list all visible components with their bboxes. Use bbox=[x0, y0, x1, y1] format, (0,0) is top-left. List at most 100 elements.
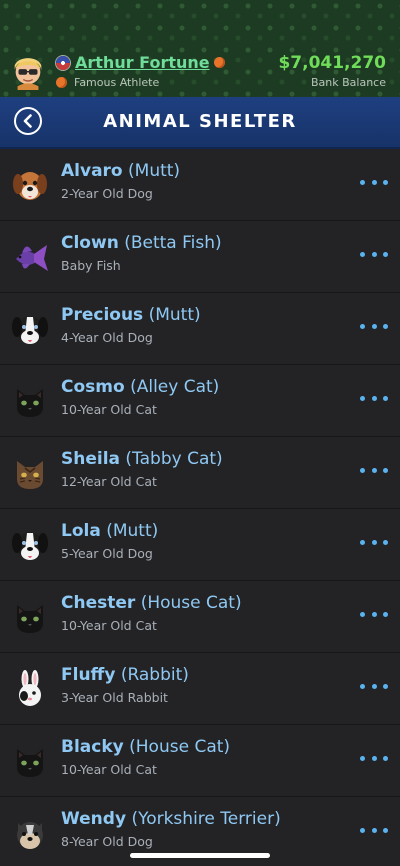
animal-age: 8-Year Old Dog bbox=[61, 834, 153, 849]
animal-name: Blacky bbox=[61, 737, 124, 757]
animal-row[interactable]: Fluffy (Rabbit) 3-Year Old Rabbit bbox=[0, 653, 400, 725]
more-options-button[interactable] bbox=[360, 537, 388, 547]
animal-breed: (Rabbit) bbox=[120, 665, 189, 685]
player-title-row: Famous Athlete bbox=[56, 76, 159, 89]
dog-icon bbox=[10, 525, 50, 565]
animal-name: Precious bbox=[61, 305, 144, 325]
more-dot-icon bbox=[383, 467, 388, 473]
animal-breed: (Mutt) bbox=[148, 305, 201, 325]
more-options-button[interactable] bbox=[360, 321, 388, 331]
more-dot-icon bbox=[360, 827, 365, 833]
player-name-row: Arthur Fortune bbox=[56, 53, 225, 72]
dog-icon bbox=[10, 309, 50, 349]
animal-name-line: Clown (Betta Fish) bbox=[61, 233, 222, 253]
animal-age: 5-Year Old Dog bbox=[61, 546, 153, 561]
animal-breed: (Mutt) bbox=[128, 161, 181, 181]
animal-name-line: Cosmo (Alley Cat) bbox=[61, 377, 219, 397]
avatar[interactable] bbox=[9, 52, 47, 90]
home-indicator[interactable] bbox=[130, 853, 270, 858]
rabbit-icon bbox=[10, 669, 50, 709]
animal-age: 2-Year Old Dog bbox=[61, 186, 153, 201]
animal-name: Cosmo bbox=[61, 377, 125, 397]
animal-age: 12-Year Old Cat bbox=[61, 474, 157, 489]
animal-breed: (House Cat) bbox=[129, 737, 231, 757]
animal-age: 10-Year Old Cat bbox=[61, 618, 157, 633]
more-dot-icon bbox=[383, 323, 388, 329]
dog-icon bbox=[10, 165, 50, 205]
animal-name-line: Precious (Mutt) bbox=[61, 305, 201, 325]
more-dot-icon bbox=[371, 251, 377, 257]
more-dot-icon bbox=[360, 395, 365, 401]
animal-row[interactable]: Sheila (Tabby Cat) 12-Year Old Cat bbox=[0, 437, 400, 509]
animal-breed: (Betta Fish) bbox=[124, 233, 222, 253]
animal-row[interactable]: Precious (Mutt) 4-Year Old Dog bbox=[0, 293, 400, 365]
animal-age: 3-Year Old Rabbit bbox=[61, 690, 168, 705]
animal-row[interactable]: Alvaro (Mutt) 2-Year Old Dog bbox=[0, 149, 400, 221]
animal-name: Lola bbox=[61, 521, 101, 541]
page-title: ANIMAL SHELTER bbox=[103, 111, 297, 132]
more-dot-icon bbox=[360, 467, 365, 473]
animal-breed: (Mutt) bbox=[106, 521, 159, 541]
page-header: ANIMAL SHELTER bbox=[0, 97, 400, 149]
player-name-link[interactable]: Arthur Fortune bbox=[75, 53, 210, 72]
more-options-button[interactable] bbox=[360, 177, 388, 187]
more-dot-icon bbox=[360, 539, 365, 545]
animal-age: 10-Year Old Cat bbox=[61, 762, 157, 777]
animal-name: Clown bbox=[61, 233, 119, 253]
more-dot-icon bbox=[371, 611, 377, 617]
more-dot-icon bbox=[371, 467, 377, 473]
animal-row[interactable]: Chester (House Cat) 10-Year Old Cat bbox=[0, 581, 400, 653]
animal-name-line: Fluffy (Rabbit) bbox=[61, 665, 189, 685]
animal-breed: (House Cat) bbox=[140, 593, 242, 613]
more-options-button[interactable] bbox=[360, 465, 388, 475]
animal-age: 4-Year Old Dog bbox=[61, 330, 153, 345]
more-dot-icon bbox=[371, 827, 377, 833]
more-dot-icon bbox=[383, 827, 388, 833]
more-dot-icon bbox=[371, 323, 377, 329]
animal-row[interactable]: Cosmo (Alley Cat) 10-Year Old Cat bbox=[0, 365, 400, 437]
animal-row[interactable]: Blacky (House Cat) 10-Year Old Cat bbox=[0, 725, 400, 797]
more-options-button[interactable] bbox=[360, 681, 388, 691]
more-dot-icon bbox=[360, 611, 365, 617]
more-options-button[interactable] bbox=[360, 753, 388, 763]
more-dot-icon bbox=[371, 683, 377, 689]
app-screen: Arthur Fortune Famous Athlete $7,041,270… bbox=[0, 0, 400, 866]
more-dot-icon bbox=[383, 755, 388, 761]
more-dot-icon bbox=[360, 683, 365, 689]
basketball-icon bbox=[56, 77, 67, 88]
cat-icon bbox=[10, 741, 50, 781]
more-dot-icon bbox=[383, 395, 388, 401]
animal-name: Sheila bbox=[61, 449, 121, 469]
animal-name: Chester bbox=[61, 593, 136, 613]
more-dot-icon bbox=[371, 539, 377, 545]
more-options-button[interactable] bbox=[360, 393, 388, 403]
animal-name-line: Chester (House Cat) bbox=[61, 593, 242, 613]
cat-icon bbox=[10, 597, 50, 637]
more-dot-icon bbox=[371, 395, 377, 401]
animal-row[interactable]: Clown (Betta Fish) Baby Fish bbox=[0, 221, 400, 293]
animal-name-line: Alvaro (Mutt) bbox=[61, 161, 180, 181]
more-dot-icon bbox=[360, 179, 365, 185]
animal-breed: (Yorkshire Terrier) bbox=[131, 809, 281, 829]
more-options-button[interactable] bbox=[360, 249, 388, 259]
more-dot-icon bbox=[371, 755, 377, 761]
more-options-button[interactable] bbox=[360, 609, 388, 619]
animal-name: Alvaro bbox=[61, 161, 123, 181]
basketball-icon bbox=[213, 57, 225, 68]
more-dot-icon bbox=[383, 683, 388, 689]
more-dot-icon bbox=[371, 179, 377, 185]
animal-row[interactable]: Lola (Mutt) 5-Year Old Dog bbox=[0, 509, 400, 581]
more-dot-icon bbox=[360, 323, 365, 329]
bank-balance-value: $7,041,270 bbox=[278, 53, 386, 73]
animal-name: Fluffy bbox=[61, 665, 116, 685]
profile-bar: Arthur Fortune Famous Athlete $7,041,270… bbox=[0, 0, 400, 97]
animal-name-line: Lola (Mutt) bbox=[61, 521, 158, 541]
animal-list: Alvaro (Mutt) 2-Year Old Dog Clown (Betta … bbox=[0, 149, 400, 866]
more-options-button[interactable] bbox=[360, 825, 388, 835]
player-title: Famous Athlete bbox=[74, 76, 160, 89]
animal-name: Wendy bbox=[61, 809, 127, 829]
dog-icon bbox=[10, 813, 50, 853]
more-dot-icon bbox=[383, 251, 388, 257]
cat-icon bbox=[10, 453, 50, 493]
animal-name-line: Wendy (Yorkshire Terrier) bbox=[61, 809, 281, 829]
